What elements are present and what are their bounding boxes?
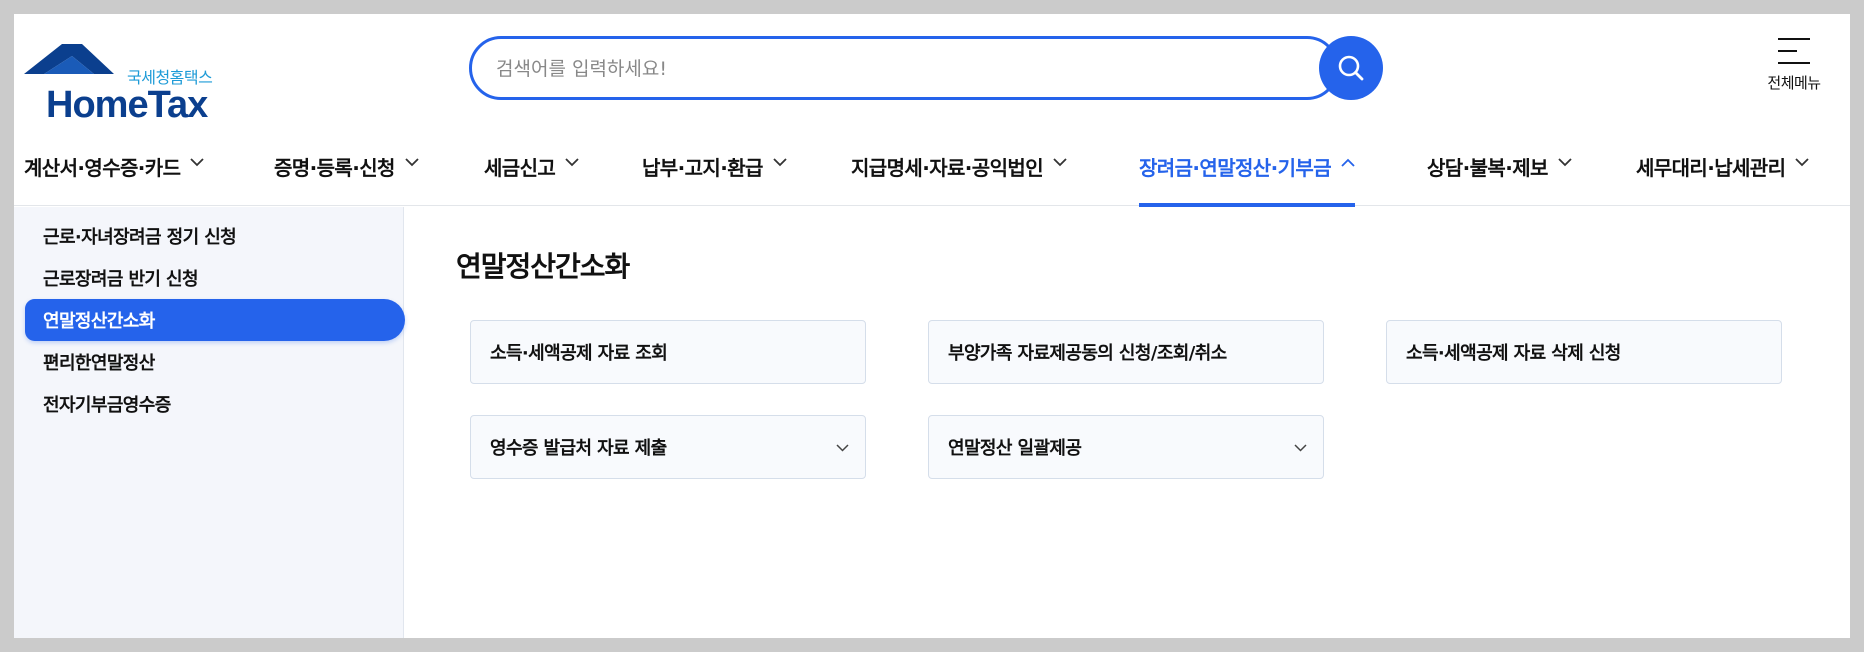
nav-item-tax-filing[interactable]: 세금신고 (484, 138, 579, 206)
nav-item-label: 장려금·연말정산·기부금 (1139, 156, 1332, 180)
sidebar-item-label: 편리한연말정산 (43, 353, 155, 374)
sidebar-item-label: 연말정산간소화 (43, 311, 155, 332)
chevron-down-icon (405, 158, 419, 167)
hamburger-icon (1778, 38, 1810, 64)
search-input[interactable] (496, 53, 1296, 85)
sidebar-item-label: 전자기부금영수증 (43, 395, 171, 416)
house-roof-icon (24, 44, 114, 74)
nav-item-tax-agent[interactable]: 세무대리·납세관리 (1636, 138, 1810, 206)
card-label: 소득·세액공제 자료 조회 (490, 343, 668, 364)
sidebar-item-half-year-application[interactable]: 근로장려금 반기 신청 (25, 257, 405, 299)
nav-item-label: 상담·불복·제보 (1427, 156, 1548, 180)
nav-item-certificate[interactable]: 증명·등록·신청 (274, 138, 419, 206)
search-icon (1338, 55, 1364, 81)
page-frame: 국세청홈택스 HomeTax 전체메뉴 계산서·영수증·카드 증명·등록·신 (14, 14, 1850, 638)
chevron-down-icon (190, 158, 205, 167)
card-bulk-provision[interactable]: 연말정산 일괄제공 (928, 415, 1324, 479)
chevron-down-icon (773, 158, 787, 167)
nav-item-label: 계산서·영수증·카드 (24, 156, 181, 180)
chevron-down-icon (1558, 158, 1572, 167)
sidebar-item-label: 근로장려금 반기 신청 (43, 269, 199, 290)
nav-item-consulting[interactable]: 상담·불복·제보 (1427, 138, 1572, 206)
hometax-logo[interactable]: 국세청홈택스 HomeTax (24, 38, 224, 126)
main-nav: 계산서·영수증·카드 증명·등록·신청 세금신고 납부·고지·환급 지급명세·자… (14, 138, 1850, 207)
nav-item-label: 지급명세·자료·공익법인 (851, 156, 1044, 180)
card-dependent-consent[interactable]: 부양가족 자료제공동의 신청/조회/취소 (928, 320, 1324, 384)
card-receipt-submission[interactable]: 영수증 발급처 자료 제출 (470, 415, 866, 479)
nav-item-invoice[interactable]: 계산서·영수증·카드 (24, 138, 205, 206)
sidebar-item-label: 근로·자녀장려금 정기 신청 (43, 227, 237, 248)
nav-item-label: 세금신고 (484, 156, 556, 180)
sidebar-item-donation-receipt[interactable]: 전자기부금영수증 (25, 383, 405, 425)
main-content: 연말정산간소화 소득·세액공제 자료 조회 부양가족 자료제공동의 신청/조회/… (404, 207, 1850, 638)
nav-item-incentive[interactable]: 장려금·연말정산·기부금 (1139, 138, 1355, 207)
chevron-down-icon (1795, 158, 1810, 167)
logo-title: HomeTax (46, 84, 208, 126)
nav-item-payment[interactable]: 납부·고지·환급 (642, 138, 787, 206)
card-label: 영수증 발급처 자료 제출 (490, 438, 667, 459)
search-bar (469, 36, 1383, 100)
nav-item-label: 증명·등록·신청 (274, 156, 395, 180)
chevron-up-icon (1341, 158, 1355, 167)
nav-item-statement[interactable]: 지급명세·자료·공익법인 (851, 138, 1067, 206)
card-label: 부양가족 자료제공동의 신청/조회/취소 (948, 343, 1227, 364)
sidebar-item-convenient-settlement[interactable]: 편리한연말정산 (25, 341, 405, 383)
sidebar-item-regular-application[interactable]: 근로·자녀장려금 정기 신청 (25, 215, 405, 257)
sidebar: 근로·자녀장려금 정기 신청 근로장려금 반기 신청 연말정산간소화 편리한연말… (14, 207, 405, 638)
chevron-down-icon (565, 158, 579, 167)
card-label: 소득·세액공제 자료 삭제 신청 (1406, 343, 1621, 364)
full-menu-label: 전체메뉴 (1767, 74, 1821, 92)
card-deduction-inquiry[interactable]: 소득·세액공제 자료 조회 (470, 320, 866, 384)
chevron-down-icon (836, 444, 849, 452)
nav-item-label: 납부·고지·환급 (642, 156, 763, 180)
sidebar-item-simplified-settlement[interactable]: 연말정산간소화 (25, 299, 405, 341)
card-deduction-delete[interactable]: 소득·세액공제 자료 삭제 신청 (1386, 320, 1782, 384)
full-menu-button[interactable]: 전체메뉴 (1754, 32, 1834, 112)
chevron-down-icon (1053, 158, 1067, 167)
page-title: 연말정산간소화 (456, 250, 630, 283)
card-label: 연말정산 일괄제공 (948, 438, 1082, 459)
nav-item-label: 세무대리·납세관리 (1636, 156, 1786, 180)
search-box (469, 36, 1339, 100)
search-button[interactable] (1319, 36, 1383, 100)
chevron-down-icon (1294, 444, 1307, 452)
